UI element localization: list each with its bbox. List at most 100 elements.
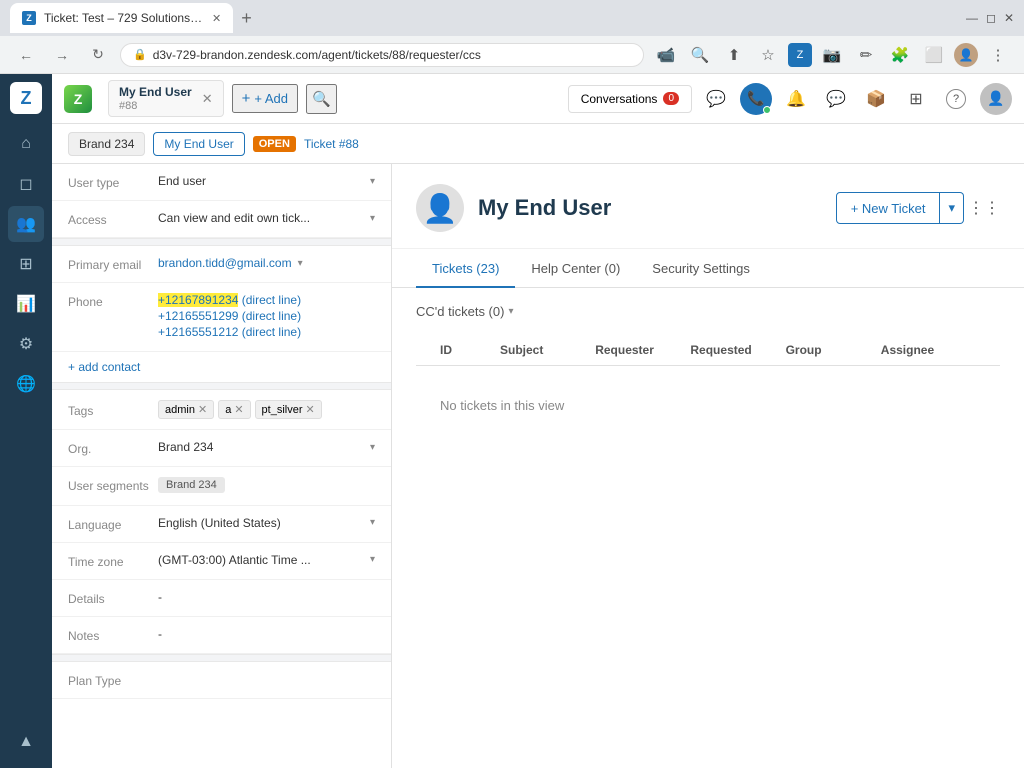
breadcrumb-brand[interactable]: Brand 234 [68,132,145,156]
pen-button[interactable]: ✏ [852,41,880,69]
tags-row: Tags admin ✕ a ✕ pt_silver ✕ [52,390,391,430]
sidebar-item-apps[interactable]: ▲ [8,724,44,760]
maximize-button[interactable]: ◻ [986,11,996,25]
user-header: 👤 My End User + New Ticket ▾ ⋮⋮ [392,164,1024,249]
tabs-bar: Tickets (23) Help Center (0) Security Se… [392,249,1024,288]
sidebar-item-globe[interactable]: 🌐 [8,366,44,402]
user-segment-badge[interactable]: Brand 234 [158,477,225,493]
sidebar-item-tickets[interactable]: ◻ [8,166,44,202]
details-value[interactable]: - [158,590,375,604]
grid-button[interactable]: ⊞ [900,83,932,115]
add-contact-link[interactable]: + add contact [52,352,391,382]
user-avatar-browser[interactable]: 👤 [954,43,978,67]
app-logo: Z [64,85,92,113]
conversations-button[interactable]: Conversations 0 [568,85,692,113]
address-bar[interactable]: 🔒 d3v-729-brandon.zendesk.com/agent/tick… [120,43,644,67]
grid-dots-button[interactable]: ⋮⋮ [968,192,1000,224]
camera-button[interactable]: 📷 [818,41,846,69]
chat-icon: 💬 [706,89,726,109]
bookmark-button[interactable]: ☆ [754,41,782,69]
user-type-value[interactable]: End user ▾ [158,174,375,188]
phone-entry-1[interactable]: +12167891234 (direct line) [158,293,375,307]
tag-a-remove[interactable]: ✕ [234,403,243,416]
user-segments-row: User segments Brand 234 [52,467,391,506]
org-value[interactable]: Brand 234 ▾ [158,440,375,454]
minimize-button[interactable]: — [966,11,978,25]
bell-icon: 🔔 [786,89,806,109]
timezone-value[interactable]: (GMT-03:00) Atlantic Time ... ▾ [158,553,375,567]
tag-pt-silver-remove[interactable]: ✕ [306,403,315,416]
puzzle-button[interactable]: 🧩 [886,41,914,69]
share-button[interactable]: ⬆ [720,41,748,69]
back-button[interactable]: ← [12,41,40,69]
help-button[interactable]: ? [940,83,972,115]
col-header-group[interactable]: Group [786,343,881,357]
tag-admin[interactable]: admin ✕ [158,400,214,419]
ccd-header[interactable]: CC'd tickets (0) ▾ [416,304,1000,319]
col-header-id[interactable]: ID [440,343,500,357]
access-text: Can view and edit own tick... [158,211,310,225]
no-tickets-message: No tickets in this view [416,366,1000,445]
close-window-button[interactable]: ✕ [1004,11,1014,25]
tag-admin-remove[interactable]: ✕ [198,403,207,416]
tickets-icon: ◻ [19,174,32,194]
language-value[interactable]: English (United States) ▾ [158,516,375,530]
email-dropdown-arrow: ▾ [298,258,303,269]
col-header-requested[interactable]: Requested [690,343,785,357]
col-header-requester[interactable]: Requester [595,343,690,357]
box-icon: 📦 [866,89,886,109]
breadcrumb-user[interactable]: My End User [153,132,244,156]
sidebar-item-users[interactable]: 👥 [8,206,44,242]
sidebar-item-reports[interactable]: ⊞ [8,246,44,282]
access-value[interactable]: Can view and edit own tick... ▾ [158,211,375,225]
tag-a[interactable]: a ✕ [218,400,250,419]
user-tab-close-button[interactable]: ✕ [202,91,213,107]
phone-entry-3[interactable]: +12165551212 (direct line) [158,325,375,339]
user-tab[interactable]: My End User #88 ✕ [108,80,224,117]
chat-icon-button[interactable]: 💬 [700,83,732,115]
phone-button[interactable]: 📞 [740,83,772,115]
phone-label: Phone [68,293,158,309]
tab-help-center[interactable]: Help Center (0) [515,249,636,288]
add-button[interactable]: + + Add [232,84,298,113]
col-header-assignee[interactable]: Assignee [881,343,976,357]
primary-email-value: brandon.tidd@gmail.com ▾ [158,256,375,270]
video-button[interactable]: 📹 [652,41,680,69]
user-type-label: User type [68,174,158,190]
app-topbar: Z My End User #88 ✕ + + Add 🔍 [52,74,1024,124]
new-ticket-button[interactable]: + New Ticket [836,192,941,224]
sidebar-item-home[interactable]: ⌂ [8,126,44,162]
notes-label: Notes [68,627,158,643]
zoom-button[interactable]: 🔍 [686,41,714,69]
topbar-logo-area: Z [64,85,100,113]
forward-button[interactable]: → [48,41,76,69]
phone-row: Phone +12167891234 (direct line) +121655… [52,283,391,352]
new-ticket-dropdown-button[interactable]: ▾ [940,192,964,224]
reload-button[interactable]: ↻ [84,41,112,69]
search-button[interactable]: 🔍 [306,84,337,114]
col-header-subject[interactable]: Subject [500,343,595,357]
tab-tickets[interactable]: Tickets (23) [416,249,515,288]
tab-security-settings[interactable]: Security Settings [636,249,766,288]
box-button[interactable]: 📦 [860,83,892,115]
new-tab-button[interactable]: + [233,8,260,29]
primary-email-text[interactable]: brandon.tidd@gmail.com [158,256,292,270]
extension1-button[interactable]: Z [788,43,812,67]
plus-icon: + [242,90,251,107]
sidebar-toggle-button[interactable]: ⬜ [920,41,948,69]
phone-entry-2[interactable]: +12165551299 (direct line) [158,309,375,323]
active-browser-tab[interactable]: Z Ticket: Test – 729 Solutions – Zen... … [10,3,233,33]
breadcrumb-ticket[interactable]: Ticket #88 [304,137,359,151]
more-options-button[interactable]: ⋮ [984,41,1012,69]
sidebar-item-analytics[interactable]: 📊 [8,286,44,322]
bell-button[interactable]: 🔔 [780,83,812,115]
tab-close-button[interactable]: ✕ [212,12,221,25]
sidebar-item-settings[interactable]: ⚙ [8,326,44,362]
user-avatar[interactable]: 👤 [980,83,1012,115]
sidebar: Z ⌂ ◻ 👥 ⊞ 📊 ⚙ 🌐 ▲ [0,74,52,768]
tag-pt-silver[interactable]: pt_silver ✕ [255,400,322,419]
phone-list: +12167891234 (direct line) +12165551299 … [158,293,375,341]
chat-bubble-button[interactable]: 💬 [820,83,852,115]
topbar-left: Z My End User #88 ✕ + + Add 🔍 [64,80,558,117]
notes-value[interactable]: - [158,627,375,641]
